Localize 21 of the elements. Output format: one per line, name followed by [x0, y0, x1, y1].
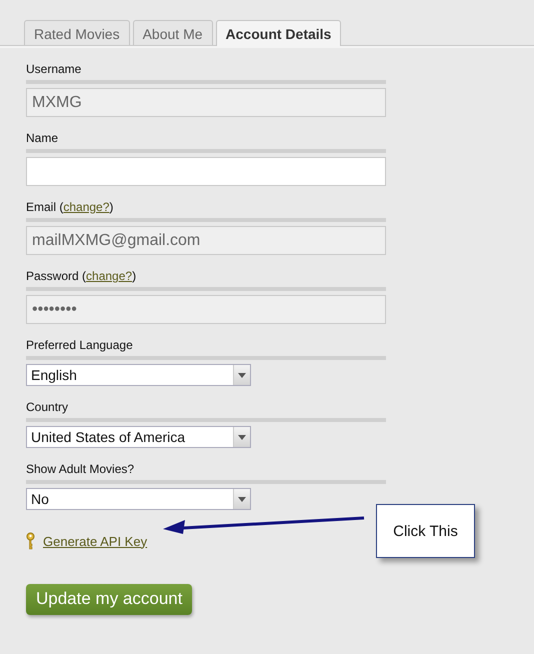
field-label: Name	[26, 131, 58, 145]
dropdown[interactable]: United States of America	[26, 426, 251, 448]
field-label: Show Adult Movies?	[26, 462, 134, 476]
key-icon	[26, 532, 35, 550]
field-label: Username	[26, 62, 82, 76]
field-label: Password (change?)	[26, 269, 136, 283]
field-label: Country	[26, 400, 68, 414]
caret-icon	[238, 496, 246, 502]
generate-api-key-link[interactable]: Generate API Key	[43, 534, 148, 548]
tab[interactable]: Account Details	[216, 20, 342, 46]
update-account-button[interactable]: Update my account	[26, 584, 192, 615]
tab[interactable]: Rated Movies	[24, 20, 130, 45]
dropdown[interactable]: English	[26, 364, 251, 386]
caret-icon	[238, 434, 246, 440]
field-label: Preferred Language	[26, 338, 133, 352]
field-label: Email (change?)	[26, 200, 114, 214]
caret-icon	[238, 372, 246, 378]
tab[interactable]: About Me	[132, 20, 213, 45]
callout-box: Click This	[376, 504, 475, 558]
input-field[interactable]	[26, 157, 386, 186]
dropdown[interactable]: No	[26, 488, 251, 510]
